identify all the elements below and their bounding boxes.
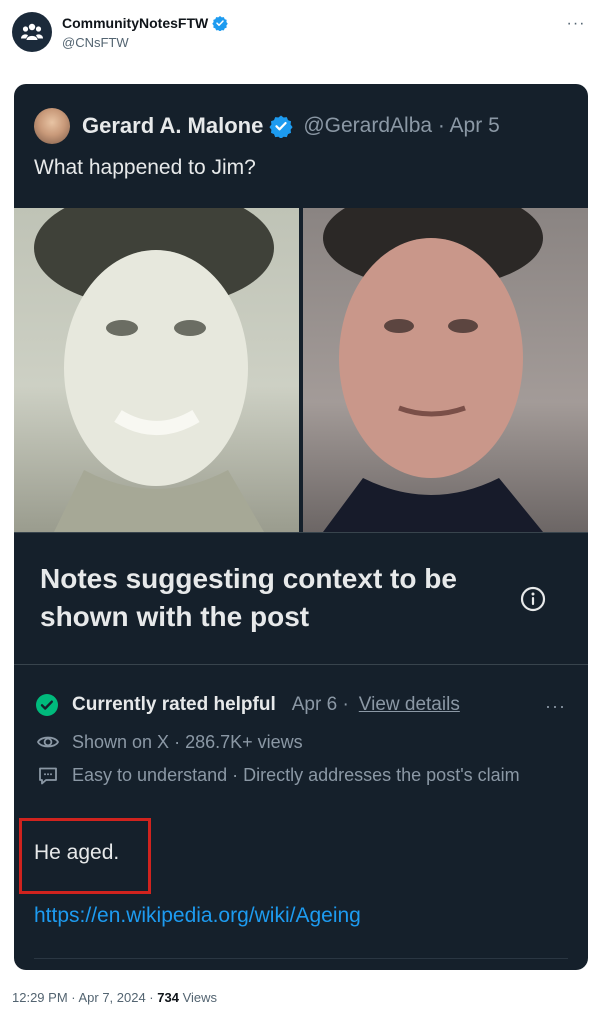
author-name[interactable]: CommunityNotesFTW [62,15,208,31]
note-reason-text: Easy to understand · Directly addresses … [72,765,520,785]
verified-badge-icon [212,16,228,31]
avatar[interactable] [12,12,52,52]
rating-date: Apr 6 · [291,694,349,715]
post-timestamp-views: 12:29 PM · Apr 7, 2024 · 734 Views [12,990,217,1005]
check-circle-icon [36,694,58,716]
views-label: Views [178,990,218,1005]
shown-on-row: Shown on X · 286.7K+ views [36,730,303,754]
rating-status: Currently rated helpful [72,694,276,715]
photo-older-face [303,208,588,532]
post-header: CommunityNotesFTW @CNsFTW ··· [12,12,590,56]
view-details-link[interactable]: View details [359,694,460,716]
note-more-options-button[interactable]: ··· [545,696,566,717]
more-options-button[interactable]: ··· [564,14,588,34]
quoted-post-text: What happened to Jim? [34,156,256,179]
divider [14,532,588,533]
divider [34,958,568,959]
verified-badge-icon [269,115,293,138]
eye-icon [36,736,60,748]
note-rating-row: Currently rated helpful Apr 6 · View det… [36,694,460,716]
quoted-post-header: Gerard A. Malone @GerardAlba · Apr 5 [34,108,500,144]
quoted-handle-date: @GerardAlba · Apr 5 [303,114,500,137]
community-notes-logo-icon [21,23,43,40]
note-body-text: He aged. [34,841,120,864]
page: CommunityNotesFTW @CNsFTW ··· Gerard A. … [0,0,602,1024]
post-timestamp[interactable]: 12:29 PM · Apr 7, 2024 · [12,990,157,1005]
comment-icon [39,767,57,785]
quoted-author-name: Gerard A. Malone [82,113,264,138]
avatar[interactable] [34,108,70,144]
divider [14,664,588,665]
shown-on-text: Shown on X · 286.7K+ views [72,731,303,752]
embedded-screenshot[interactable]: Gerard A. Malone @GerardAlba · Apr 5 Wha… [14,84,588,970]
photo-grid [14,208,588,532]
author-name-row: CommunityNotesFTW [62,15,228,31]
views-count: 734 [157,990,179,1005]
note-reason-row: Easy to understand · Directly addresses … [36,764,556,788]
info-icon[interactable] [520,586,546,612]
author-handle[interactable]: @CNsFTW [62,35,129,50]
notes-section-title: Notes suggesting context to be shown wit… [40,563,457,632]
note-source-link[interactable]: https://en.wikipedia.org/wiki/Ageing [34,904,361,928]
photo-young-face [14,208,299,532]
